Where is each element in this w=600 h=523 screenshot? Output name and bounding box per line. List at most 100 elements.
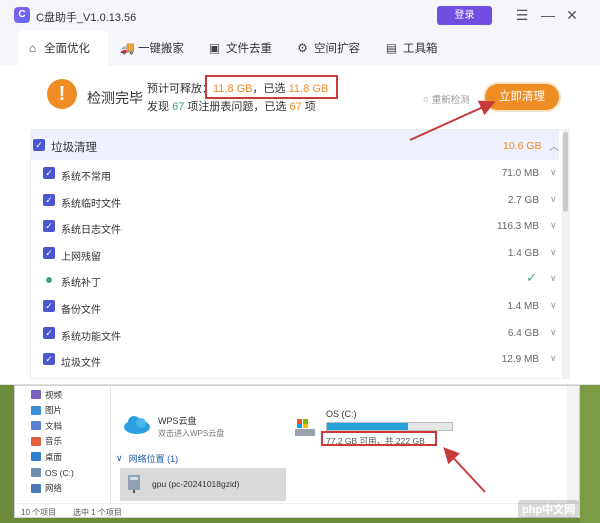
nav-item[interactable]: OS (C:) [31, 466, 74, 479]
folder-icon [31, 452, 41, 462]
row-checkbox[interactable]: ✓ [43, 300, 55, 312]
warning-icon: ! [47, 79, 77, 109]
chevron-up-icon[interactable]: ︿ [549, 138, 559, 153]
folder-icon [31, 390, 41, 399]
junk-row[interactable]: ✓ 上网残留 1.4 GB ∨ [31, 241, 559, 267]
registry-selected: 67 [289, 101, 302, 113]
nav-item[interactable]: 桌面 [31, 450, 62, 463]
junk-category-header[interactable]: ✓ 垃圾清理 10.6 GB ︿ [31, 130, 559, 160]
scroll-thumb[interactable] [563, 132, 568, 212]
cleaner-app-window: C C盘助手_V1.0.13.56 登录 ☰ — ✕ ⌂ 全面优化 🚚 一键搬家… [0, 0, 600, 385]
nav-item-label: 文档 [45, 420, 63, 431]
junk-row[interactable]: ✓ 系统不常用 71.0 MB ∨ [31, 161, 559, 187]
row-size: 6.4 GB [507, 327, 539, 339]
folder-icon [31, 483, 41, 493]
close-icon[interactable]: ✕ [562, 5, 582, 25]
junk-row[interactable]: ✓ 备份文件 1.4 MB ∨ [31, 294, 559, 320]
row-checkbox[interactable]: ✓ [43, 326, 55, 339]
chevron-down-icon[interactable]: ∨ [550, 220, 557, 231]
category-size: 10.6 GB [503, 140, 542, 152]
nav-item[interactable]: 视频 [31, 388, 62, 401]
tab-space-expand[interactable]: ⚙ 空间扩容 [288, 30, 368, 66]
row-checkbox[interactable]: ✓ [43, 246, 55, 259]
nav-item-label: OS (C:) [45, 467, 74, 478]
junk-row[interactable]: ✓ 系统功能文件 6.4 GB ∨ [31, 321, 559, 347]
chevron-down-icon[interactable]: ∨ [550, 327, 557, 338]
item-count: 10 个项目 [21, 508, 57, 517]
tab-toolbox[interactable]: ▤ 工具箱 [377, 30, 446, 66]
category-checkbox[interactable]: ✓ [33, 139, 45, 151]
drive-icon [295, 419, 315, 436]
row-label: 系统日志文件 [61, 225, 121, 237]
chevron-down-icon[interactable]: ∨ [550, 247, 557, 258]
network-section-header[interactable]: ∨ 网络位置 (1) [116, 452, 178, 465]
row-checkbox[interactable]: ✓ [43, 193, 55, 206]
tab-bar: ⌂ 全面优化 🚚 一键搬家 ▣ 文件去重 ⚙ 空间扩容 ▤ 工具箱 [0, 30, 600, 66]
junk-row[interactable]: ✓ 系统日志文件 116.3 MB ∨ [31, 214, 559, 240]
row-checkbox[interactable]: ✓ [43, 353, 55, 366]
file-explorer-window: 视频图片文档音乐桌面 OS (C:) 网络 WPS云盘 双击进入WPS云盘 OS (… [14, 385, 580, 518]
explorer-scrollbar[interactable] [567, 386, 579, 503]
row-size: 2.7 GB [507, 194, 539, 206]
cloud-icon [124, 416, 150, 434]
chevron-down-icon[interactable]: ∨ [550, 353, 557, 364]
tab-one-click-move[interactable]: 🚚 一键搬家 [112, 30, 192, 66]
row-label: 垃圾文件 [61, 358, 101, 370]
row-size: 1.4 MB [507, 301, 539, 312]
list-scrollbar[interactable] [562, 130, 569, 378]
nav-item-label: 图片 [45, 405, 63, 416]
app-title: C盘助手_V1.0.13.56 [36, 12, 137, 24]
junk-row[interactable]: ✓ 系统临时文件 2.7 GB ∨ [31, 188, 559, 214]
row-checkbox[interactable]: ✓ [43, 167, 55, 179]
release-prefix: 预计可释放： [147, 83, 213, 95]
done-dot-icon [46, 277, 52, 284]
login-button[interactable]: 登录 [437, 6, 492, 25]
tab-label: 全面优化 [44, 43, 90, 55]
tab-full-optimize[interactable]: ⌂ 全面优化 [18, 30, 108, 66]
wps-cloud-name[interactable]: WPS云盘 [158, 414, 197, 427]
home-icon: ⌂ [28, 40, 37, 55]
chevron-down-icon[interactable]: ∨ [550, 194, 557, 205]
nav-item-label: 桌面 [45, 451, 63, 462]
nav-item[interactable]: 文档 [31, 419, 62, 432]
recheck-label: 重新检测 [431, 95, 470, 106]
menu-icon[interactable]: ☰ [512, 5, 532, 25]
row-size: 1.4 GB [507, 247, 539, 259]
tab-label: 工具箱 [403, 43, 438, 55]
recheck-link[interactable]: ○ 重新检测 [423, 92, 470, 107]
junk-row[interactable]: ✓ 垃圾文件 12.9 MB ∨ [31, 347, 559, 373]
nav-item-label: 视频 [45, 389, 63, 400]
junk-list: ✓ 垃圾清理 10.6 GB ︿ ✓ 系统不常用 71.0 MB ∨ ✓ 系统临时文件 2.… [30, 129, 570, 379]
registry-count: 67 [172, 101, 185, 113]
clean-now-button[interactable]: 立即清理 [485, 84, 559, 110]
chevron-down-icon[interactable]: ∨ [550, 300, 557, 311]
minimize-icon[interactable]: — [538, 5, 558, 25]
title-bar: C C盘助手_V1.0.13.56 登录 ☰ — ✕ [0, 0, 600, 30]
app-logo-icon: C [14, 7, 30, 23]
category-label: 垃圾清理 [51, 142, 97, 154]
folder-icon [31, 405, 41, 415]
nav-item[interactable]: 网络 [31, 482, 62, 495]
drive-name[interactable]: OS (C:) [326, 409, 357, 419]
toolbox-icon: ▤ [385, 40, 398, 55]
tab-file-dedupe[interactable]: ▣ 文件去重 [200, 30, 280, 66]
chevron-down-icon[interactable]: ∨ [550, 167, 557, 178]
nav-item[interactable]: 图片 [31, 404, 62, 417]
check-icon: ✓ [526, 270, 537, 286]
network-location-item[interactable]: gpu (pc-20241018gzid) [120, 468, 286, 501]
chevron-down-icon[interactable]: ∨ [550, 273, 557, 284]
truck-icon: 🚚 [120, 40, 135, 55]
row-checkbox[interactable]: ✓ [43, 220, 55, 233]
nav-item[interactable]: 音乐 [31, 435, 62, 448]
scan-status-title: 检测完毕 [87, 90, 143, 106]
drive-usage-fill [327, 423, 409, 430]
explorer-content: WPS云盘 双击进入WPS云盘 OS (C:) 77.2 GB 可用，共 222… [112, 386, 567, 503]
annotation-highlight-box [205, 75, 338, 99]
registry-suffix: 项 [304, 101, 316, 113]
folder-icon [31, 421, 41, 431]
annotation-highlight-box-drive [321, 431, 437, 446]
junk-row[interactable]: 系统补丁 ✓ ∨ [31, 267, 559, 293]
nav-item-label: 网络 [45, 483, 63, 494]
row-size: 12.9 MB [501, 354, 539, 366]
chevron-down-icon: ∨ [116, 453, 123, 463]
